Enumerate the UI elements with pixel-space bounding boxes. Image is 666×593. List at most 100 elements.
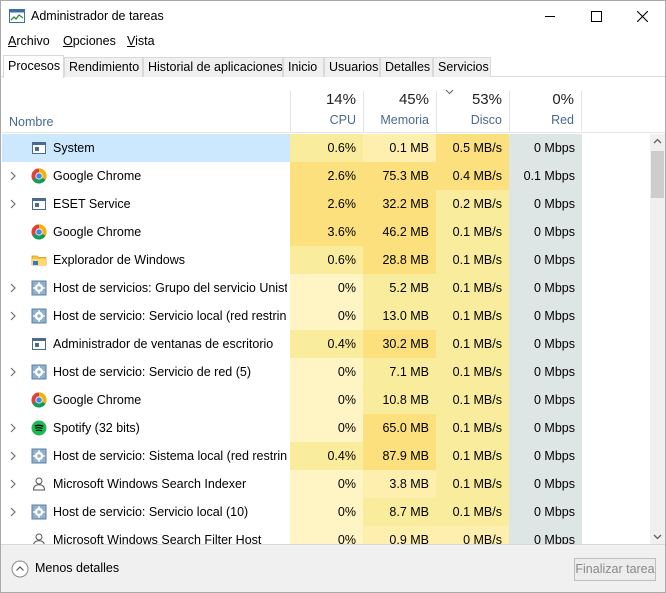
menu-opciones[interactable]: Opciones [63, 34, 116, 48]
spotify-icon [31, 420, 47, 436]
disk-cell: 0.1 MB/s [436, 330, 509, 358]
memory-cell: 87.9 MB [363, 442, 436, 470]
process-row[interactable]: Spotify (32 bits) 0% 65.0 MB 0.1 MB/s 0 Mbps [2, 414, 650, 442]
process-name-cell[interactable]: Host de servicio: Servicio de red (5) [2, 358, 290, 386]
memory-cell: 10.8 MB [363, 386, 436, 414]
chevron-right-icon[interactable] [9, 507, 17, 517]
process-name-cell[interactable]: Administrador de ventanas de escritorio [2, 330, 290, 358]
process-name: Google Chrome [53, 393, 142, 407]
minimize-button[interactable] [527, 1, 573, 31]
less-details-link[interactable]: Menos detalles [35, 561, 119, 575]
process-name-cell[interactable]: Host de servicios: Grupo del servicio Un… [2, 274, 290, 302]
process-name-cell[interactable]: ESET Service [2, 190, 290, 218]
cpu-cell: 0.6% [290, 134, 363, 162]
process-name-cell[interactable]: Microsoft Windows Search Filter Host [2, 526, 290, 544]
process-name: Google Chrome [53, 225, 142, 239]
maximize-icon [590, 10, 602, 22]
process-row[interactable]: ESET Service 2.6% 32.2 MB 0.2 MB/s 0 Mbps [2, 190, 650, 218]
process-row[interactable]: Administrador de ventanas de escritorio 0… [2, 330, 650, 358]
chevron-right-icon[interactable] [9, 479, 17, 489]
disk-cell: 0.1 MB/s [436, 498, 509, 526]
process-row[interactable]: Microsoft Windows Search Filter Host 0% 0.… [2, 526, 650, 544]
cpu-label: CPU [329, 113, 356, 127]
process-name-cell[interactable]: Microsoft Windows Search Indexer [2, 470, 290, 498]
process-row[interactable]: Google Chrome 0% 10.8 MB 0.1 MB/s 0 Mbps [2, 386, 650, 414]
process-name: Google Chrome [53, 169, 142, 183]
cpu-cell: 0% [290, 526, 363, 544]
close-button[interactable] [619, 1, 665, 31]
cpu-cell: 0% [290, 274, 363, 302]
process-row[interactable]: System 0.6% 0.1 MB 0.5 MB/s 0 Mbps [2, 134, 650, 162]
scrollbar-thumb[interactable] [651, 151, 664, 198]
column-header-cpu[interactable]: 14% CPU [290, 91, 363, 133]
chevron-right-icon[interactable] [9, 199, 17, 209]
vertical-scrollbar[interactable] [650, 134, 665, 544]
close-icon [636, 10, 648, 22]
menu-bar: Archivo Opciones Vista [1, 32, 665, 52]
process-name-cell[interactable]: Host de servicio: Sistema local (red res… [2, 442, 290, 470]
chevron-right-icon[interactable] [9, 283, 17, 293]
chrome-icon [31, 224, 47, 240]
disk-cell: 0.1 MB/s [436, 442, 509, 470]
tab-inicio[interactable]: Inicio [283, 57, 324, 77]
memory-cell: 0.1 MB [363, 134, 436, 162]
tab-procesos[interactable]: Procesos [3, 55, 64, 78]
column-header-memory[interactable]: 45% Memoria [363, 91, 436, 133]
tab-servicios[interactable]: Servicios [433, 57, 491, 77]
chevron-up-circle-icon[interactable] [11, 560, 29, 578]
process-row[interactable]: Host de servicio: Sistema local (red res… [2, 442, 650, 470]
process-row[interactable]: Google Chrome 2.6% 75.3 MB 0.4 MB/s 0.1 Mbps [2, 162, 650, 190]
process-row[interactable]: Host de servicios: Grupo del servicio Un… [2, 274, 650, 302]
tab-rendimiento[interactable]: Rendimiento [64, 57, 143, 77]
chevron-right-icon[interactable] [9, 423, 17, 433]
scroll-down-icon[interactable] [650, 529, 665, 544]
tab-usuarios[interactable]: Usuarios [324, 57, 380, 77]
cpu-cell: 2.6% [290, 162, 363, 190]
menu-vista[interactable]: Vista [127, 34, 155, 48]
memory-cell: 30.2 MB [363, 330, 436, 358]
maximize-button[interactable] [573, 1, 619, 31]
process-row[interactable]: Host de servicio: Servicio de red (5) 0% 7… [2, 358, 650, 386]
network-cell: 0 Mbps [509, 414, 582, 442]
cpu-cell: 0% [290, 498, 363, 526]
memory-cell: 28.8 MB [363, 246, 436, 274]
process-row[interactable]: Host de servicio: Servicio local (red re… [2, 302, 650, 330]
chevron-right-icon[interactable] [9, 171, 17, 181]
menu-archivo[interactable]: Archivo [8, 34, 50, 48]
network-cell: 0 Mbps [509, 470, 582, 498]
chrome-icon [31, 392, 47, 408]
table-header: Nombre 14% CPU 45% Memoria 53% Disco 0% … [2, 78, 665, 133]
disk-cell: 0.1 MB/s [436, 302, 509, 330]
process-name-cell[interactable]: Explorador de Windows [2, 246, 290, 274]
process-name-cell[interactable]: Google Chrome [2, 162, 290, 190]
process-row[interactable]: Explorador de Windows 0.6% 28.8 MB 0.1 MB/s… [2, 246, 650, 274]
cpu-cell: 0% [290, 358, 363, 386]
network-cell: 0 Mbps [509, 302, 582, 330]
memory-total: 45% [398, 91, 429, 108]
process-name-cell[interactable]: Google Chrome [2, 386, 290, 414]
chevron-right-icon[interactable] [9, 451, 17, 461]
process-row[interactable]: Microsoft Windows Search Indexer 0% 3.8 MB… [2, 470, 650, 498]
search-user-icon [33, 533, 45, 544]
process-name: Explorador de Windows [53, 253, 186, 267]
process-row[interactable]: Host de servicio: Servicio local (10) 0% 8… [2, 498, 650, 526]
network-cell: 0 Mbps [509, 134, 582, 162]
scroll-up-icon[interactable] [650, 134, 665, 149]
process-name-cell[interactable]: Host de servicio: Servicio local (red re… [2, 302, 290, 330]
column-header-name[interactable]: Nombre [9, 115, 53, 129]
column-header-network[interactable]: 0% Red [509, 91, 582, 133]
process-name: Microsoft Windows Search Indexer [53, 477, 247, 491]
process-name-cell[interactable]: Google Chrome [2, 218, 290, 246]
process-name-cell[interactable]: Host de servicio: Servicio local (10) [2, 498, 290, 526]
process-name-cell[interactable]: System [2, 134, 290, 162]
chevron-right-icon[interactable] [9, 311, 17, 321]
process-name-cell[interactable]: Spotify (32 bits) [2, 414, 290, 442]
disk-cell: 0 MB/s [436, 526, 509, 544]
process-row[interactable]: Google Chrome 3.6% 46.2 MB 0.1 MB/s 0 Mbps [2, 218, 650, 246]
chevron-right-icon[interactable] [9, 367, 17, 377]
tab-historial-aplicaciones[interactable]: Historial de aplicaciones [143, 57, 283, 77]
tab-detalles[interactable]: Detalles [380, 57, 433, 77]
end-task-button[interactable]: Finalizar tarea [574, 558, 656, 581]
column-header-disk[interactable]: 53% Disco [436, 89, 509, 133]
memory-cell: 5.2 MB [363, 274, 436, 302]
